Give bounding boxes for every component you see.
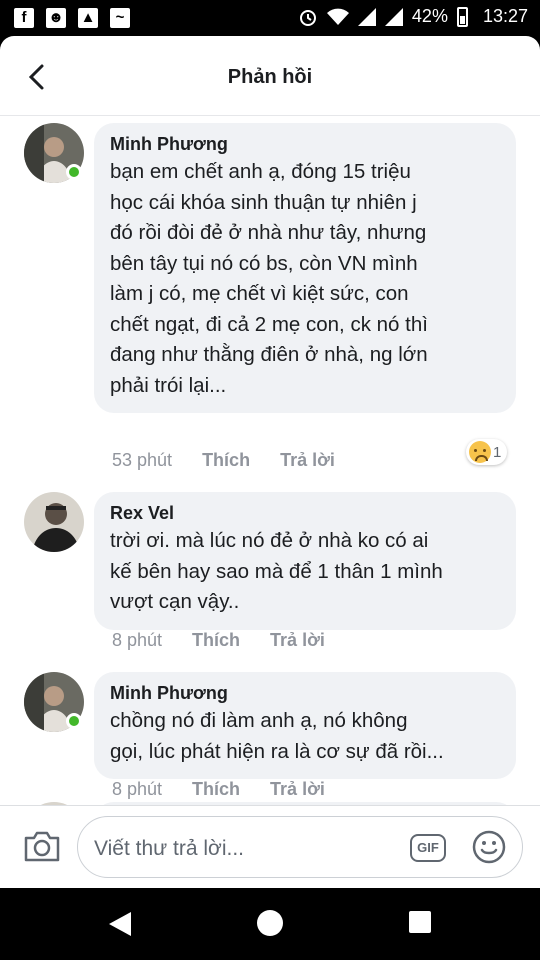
camera-button[interactable] [22,828,62,864]
comment-author[interactable]: Minh Phương [110,131,498,157]
comment-actions: 8 phút Thích Trả lời [112,630,325,651]
like-button[interactable]: Thích [192,630,240,651]
online-indicator [66,713,82,729]
cat-icon: ☻ [46,8,66,28]
signal-icon [384,7,403,26]
replies-screen: Phản hồi Minh Phương bạn em chết anh ạ, … [0,36,540,888]
comment-time: 8 phút [112,779,163,799]
comment-actions: 53 phút Thích Trả lời [112,450,335,471]
emoji-button[interactable] [472,830,506,864]
header: Phản hồi [0,36,540,116]
like-button[interactable]: Thích [202,450,250,471]
comment-bubble[interactable]: Rex Vel trời ơi. mà lúc nó đẻ ở nhà ko c… [94,492,516,630]
reply-button[interactable]: Trả lời [270,779,325,800]
nav-back-button[interactable] [107,910,133,943]
sad-icon [469,441,491,463]
signal-icon [357,7,376,26]
system-nav-bar [0,888,540,960]
comment-actions: 8 phút Thích Trả lời [112,779,325,800]
comment-thread[interactable]: Minh Phương bạn em chết anh ạ, đóng 15 t… [0,117,540,805]
like-button[interactable]: Thích [192,779,240,800]
gif-button[interactable]: GIF [410,834,446,862]
comment-author[interactable]: Minh Phương [110,680,498,706]
comment-author[interactable]: Rex Vel [110,500,498,526]
comment-bubble[interactable]: Minh Phương bạn em chết anh ạ, đóng 15 t… [94,123,516,413]
nav-recents-button[interactable] [409,911,431,933]
reply-input[interactable]: Viết thư trả lời... GIF [77,816,523,878]
reaction-badge[interactable]: 1 [466,439,508,465]
page-title: Phản hồi [227,66,313,88]
battery-percent: 42% [411,6,448,26]
activity-icon: ~ [110,8,130,28]
comment-text: chồng nó đi làm anh ạ, nó không gọi, lúc… [110,709,444,763]
battery-icon [456,6,468,27]
nav-home-button[interactable] [257,910,283,936]
alarm-icon [299,9,316,26]
avatar[interactable] [24,492,84,552]
comment-text: trời ơi. mà lúc nó đẻ ở nhà ko có ai kế … [110,529,443,613]
triangle-back-icon [109,912,131,936]
clock: 13:27 [482,6,528,26]
reply-button[interactable]: Trả lời [280,450,335,471]
image-icon: ▲ [78,8,98,28]
reply-composer: Viết thư trả lời... GIF [0,805,540,888]
comment-time: 53 phút [112,450,173,470]
comment-text: bạn em chết anh ạ, đóng 15 triệu học cái… [110,160,428,397]
reply-input-placeholder: Viết thư trả lời... [94,837,244,860]
comment-time: 8 phút [112,630,163,650]
wifi-icon [326,8,349,25]
status-bar: f ☻ ▲ ~ 42% 13:27 [0,0,540,36]
smiley-icon [472,830,506,864]
comment-bubble[interactable]: Minh Phương chồng nó đi làm anh ạ, nó kh… [94,672,516,779]
camera-icon [24,831,60,862]
facebook-icon: f [14,8,34,28]
reply-button[interactable]: Trả lời [270,630,325,651]
online-indicator [66,164,82,180]
reaction-count: 1 [493,443,502,461]
